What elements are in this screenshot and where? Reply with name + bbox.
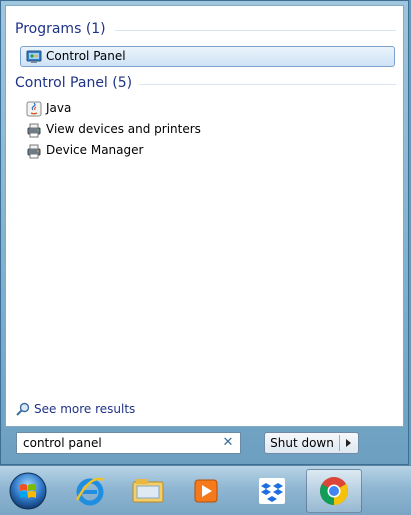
device-manager-icon: [26, 143, 42, 159]
taskbar-file-explorer[interactable]: [120, 469, 176, 513]
taskbar-dropbox[interactable]: [244, 469, 300, 513]
programs-header-label: Programs (1): [15, 21, 106, 37]
dropbox-icon: [259, 478, 285, 504]
search-results-pane: Programs (1) Control Panel Control Panel…: [5, 5, 404, 427]
start-button[interactable]: [0, 469, 56, 513]
start-orb-icon: [9, 472, 47, 510]
programs-group-header: Programs (1): [15, 20, 396, 38]
result-java[interactable]: Java: [20, 98, 395, 119]
result-control-panel-program[interactable]: Control Panel: [20, 46, 395, 67]
result-view-devices-printers[interactable]: View devices and printers: [20, 119, 395, 140]
control-panel-group-header: Control Panel (5): [15, 74, 396, 92]
close-icon[interactable]: ✕: [221, 435, 235, 451]
internet-explorer-icon: [75, 477, 105, 506]
taskbar-internet-explorer[interactable]: [62, 469, 118, 513]
shutdown-button[interactable]: Shut down: [265, 433, 339, 453]
divider: [139, 84, 396, 85]
taskbar: [0, 465, 411, 515]
control-panel-icon: [26, 49, 42, 65]
shutdown-button-group: Shut down: [264, 432, 359, 454]
result-device-manager[interactable]: Device Manager: [20, 140, 395, 161]
java-icon: [26, 101, 42, 117]
chrome-icon: [320, 477, 348, 505]
result-label: Device Manager: [46, 143, 144, 157]
see-more-label: See more results: [34, 402, 136, 416]
shutdown-options-arrow-icon[interactable]: [340, 433, 358, 453]
search-box[interactable]: ✕: [16, 432, 241, 454]
start-menu: Programs (1) Control Panel Control Panel…: [0, 0, 409, 465]
search-input[interactable]: [19, 434, 217, 452]
media-player-icon: [194, 479, 218, 503]
result-label: Java: [46, 101, 72, 115]
divider: [115, 30, 396, 31]
file-explorer-icon: [132, 479, 164, 503]
taskbar-chrome[interactable]: [306, 469, 362, 513]
control-panel-header-label: Control Panel (5): [15, 75, 133, 91]
result-label: View devices and printers: [46, 122, 201, 136]
search-icon: [15, 401, 31, 417]
devices-printers-icon: [26, 122, 42, 138]
result-label: Control Panel: [46, 49, 126, 63]
taskbar-media-player[interactable]: [178, 469, 234, 513]
